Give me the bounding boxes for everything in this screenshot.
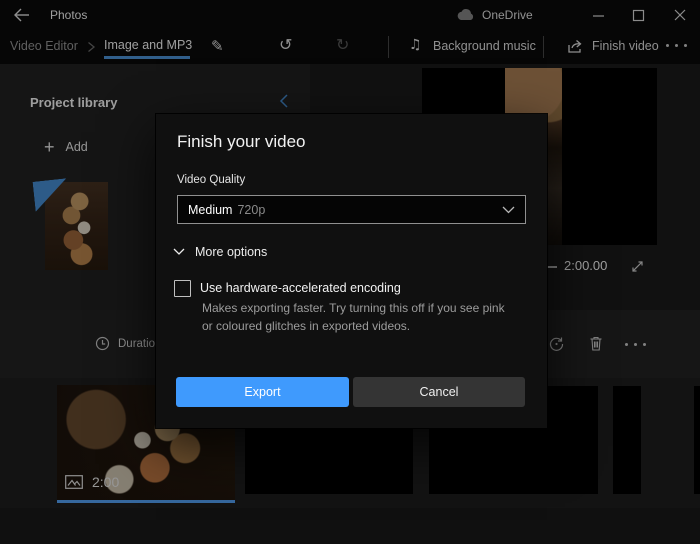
more-options-toggle[interactable]: More options [173, 245, 267, 259]
quality-selected-value: Medium [188, 203, 232, 217]
hardware-encoding-label[interactable]: Use hardware-accelerated encoding [200, 281, 401, 295]
hardware-encoding-checkbox[interactable] [174, 280, 191, 297]
video-quality-dropdown[interactable]: Medium 720p [177, 195, 526, 224]
video-quality-label: Video Quality [177, 174, 245, 186]
finish-video-dialog: Finish your video Video Quality Medium 7… [156, 114, 547, 428]
chevron-down-icon [502, 206, 515, 214]
dialog-title: Finish your video [177, 132, 306, 152]
cancel-button[interactable]: Cancel [353, 377, 525, 407]
more-options-label: More options [195, 245, 267, 259]
hardware-encoding-description: or coloured glitches in exported videos. [202, 319, 410, 333]
chevron-down-icon [173, 248, 185, 256]
quality-selected-suffix: 720p [237, 203, 265, 217]
hardware-encoding-description: Makes exporting faster. Try turning this… [202, 301, 505, 315]
export-button[interactable]: Export [176, 377, 349, 407]
photos-app-window: Photos OneDrive Video Editor Image and M… [0, 0, 700, 544]
